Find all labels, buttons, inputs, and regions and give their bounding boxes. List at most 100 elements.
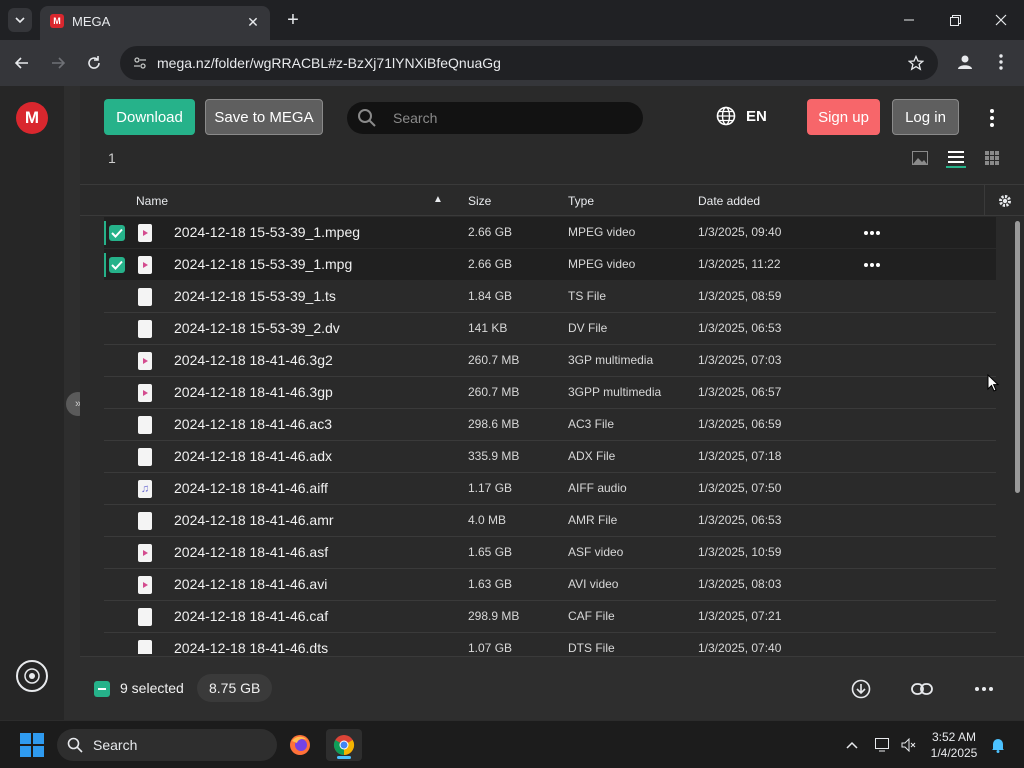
file-row[interactable]: 2024-12-18 18-41-46.avi 1.63 GB AVI video 1… [104,569,996,601]
scrollbar-thumb[interactable] [1015,221,1020,493]
row-more-options-icon[interactable] [864,263,880,267]
windows-taskbar: Search 3:52 AM 1/4/2025 [0,720,1024,768]
login-button[interactable]: Log in [892,99,959,135]
column-header-date[interactable]: Date added [698,194,760,208]
profile-icon [958,55,972,69]
file-type: TS File [568,289,607,303]
file-date-added: 1/3/2025, 07:18 [698,449,782,463]
list-view-icon[interactable] [946,148,966,168]
file-row[interactable]: ♫ 2024-12-18 18-41-46.aiff 1.17 GB AIFF aud… [104,473,996,505]
browser-toolbar: mega.nz/folder/wgRRACBL#z-BzXj71lYNXiBfe… [0,40,1024,86]
file-row[interactable]: 2024-12-18 18-41-46.ac3 298.6 MB AC3 File 1… [104,409,996,441]
file-name: 2024-12-18 18-41-46.3gp [174,384,333,400]
download-button[interactable]: Download [104,99,195,135]
page-more-menu-icon[interactable] [984,106,1000,130]
file-name: 2024-12-18 15-53-39_1.mpeg [174,224,361,240]
address-bar[interactable]: mega.nz/folder/wgRRACBL#z-BzXj71lYNXiBfe… [120,46,938,80]
file-type: MPEG video [568,225,636,239]
mega-logo-icon[interactable]: M [16,102,48,134]
site-info-icon[interactable] [132,55,148,71]
column-header-type[interactable]: Type [568,194,594,208]
search-input[interactable] [393,108,623,128]
file-date-added: 1/3/2025, 11:22 [698,257,781,271]
file-name: 2024-12-18 18-41-46.adx [174,448,333,464]
file-row[interactable]: 2024-12-18 15-53-39_1.mpeg 2.66 GB MPEG vi… [104,217,996,249]
taskbar-search-label: Search [93,737,138,753]
minimize-button[interactable] [894,8,924,32]
file-type: AC3 File [568,417,615,431]
file-row[interactable]: 2024-12-18 18-41-46.adx 335.9 MB ADX File 1… [104,441,996,473]
more-actions-icon[interactable] [972,677,996,701]
generic-file-icon [138,608,152,626]
file-row[interactable]: 2024-12-18 15-53-39_1.mpg 2.66 GB MPEG vid… [104,249,996,281]
generic-file-icon [138,512,152,530]
left-sidebar: M [0,86,64,720]
file-type: AIFF audio [568,481,627,495]
file-list-scrollbar[interactable] [1012,217,1024,654]
language-selector[interactable]: EN [716,106,767,126]
file-row[interactable]: 2024-12-18 18-41-46.caf 298.9 MB CAF File 1… [104,601,996,633]
column-header-size[interactable]: Size [468,194,491,208]
file-row[interactable]: 2024-12-18 18-41-46.3gp 260.7 MB 3GPP mult… [104,377,996,409]
volume-muted-icon[interactable] [899,735,919,755]
browser-tab[interactable]: M MEGA ✕ [40,6,270,40]
firefox-taskbar-icon[interactable] [282,729,318,761]
file-browser: Download Save to MEGA EN Sign up Log in … [80,86,1024,720]
close-icon [995,14,1007,26]
browser-tab-strip: M MEGA ✕ + [0,0,1024,40]
selection-bar: 9 selected 8.75 GB [80,656,1024,720]
file-size: 2.66 GB [468,225,513,239]
file-row[interactable]: 2024-12-18 18-41-46.3g2 260.7 MB 3GP multi… [104,345,996,377]
file-row[interactable]: 2024-12-18 15-53-39_1.ts 1.84 GB TS File 1/… [104,281,996,313]
taskbar-clock[interactable]: 3:52 AM 1/4/2025 [924,729,984,761]
taskbar-search[interactable]: Search [57,729,277,761]
link-icon[interactable] [910,677,934,701]
save-to-mega-button[interactable]: Save to MEGA [205,99,323,135]
grid-view-icon[interactable] [982,148,1002,168]
reload-button[interactable] [82,51,106,75]
sort-ascending-icon[interactable]: ▲ [433,194,443,205]
media-view-icon[interactable] [910,148,930,168]
network-icon[interactable] [873,735,893,755]
row-checkbox[interactable] [109,257,125,273]
file-row[interactable]: 2024-12-18 18-41-46.amr 4.0 MB AMR File 1/3… [104,505,996,537]
file-size: 260.7 MB [468,385,520,399]
file-date-added: 1/3/2025, 07:50 [698,481,782,495]
checkmark-icon [111,260,123,270]
language-label: EN [746,107,767,125]
search-icon [358,109,376,127]
notification-bell-icon[interactable] [988,735,1008,755]
file-row[interactable]: 2024-12-18 18-41-46.asf 1.65 GB ASF video 1… [104,537,996,569]
bookmark-star-icon[interactable] [906,53,926,73]
download-selected-icon[interactable] [849,677,873,701]
browser-menu-button[interactable] [990,51,1012,73]
file-date-added: 1/3/2025, 07:03 [698,353,782,367]
file-row[interactable]: 2024-12-18 18-41-46.dts 1.07 GB DTS File 1/… [104,633,996,654]
search-box[interactable] [347,102,643,134]
globe-icon [716,106,736,126]
file-name: 2024-12-18 18-41-46.3g2 [174,352,333,368]
new-tab-button[interactable]: + [282,9,304,31]
profile-button[interactable] [954,51,976,73]
chrome-taskbar-icon[interactable] [326,729,362,761]
windows-start-icon[interactable] [20,733,44,757]
close-window-button[interactable] [986,8,1016,32]
tab-close-icon[interactable]: ✕ [244,13,262,31]
row-more-options-icon[interactable] [864,231,880,235]
forward-button[interactable] [46,51,70,75]
tab-search-button[interactable] [8,8,32,32]
row-checkbox[interactable] [109,225,125,241]
tray-overflow-chevron-up-icon[interactable] [842,735,862,755]
breadcrumb[interactable]: 1 [108,150,116,166]
back-button[interactable] [10,51,34,75]
select-all-checkbox[interactable] [94,681,110,697]
signup-button[interactable]: Sign up [807,99,880,135]
selected-count: 9 selected [120,680,184,696]
achievements-icon[interactable] [16,660,48,692]
restore-button[interactable] [940,8,970,32]
generic-file-icon [138,640,152,654]
column-settings-icon[interactable] [984,185,1024,216]
file-size: 1.63 GB [468,577,513,591]
column-header-name[interactable]: Name [136,194,168,208]
file-row[interactable]: 2024-12-18 15-53-39_2.dv 141 KB DV File 1/3… [104,313,996,345]
